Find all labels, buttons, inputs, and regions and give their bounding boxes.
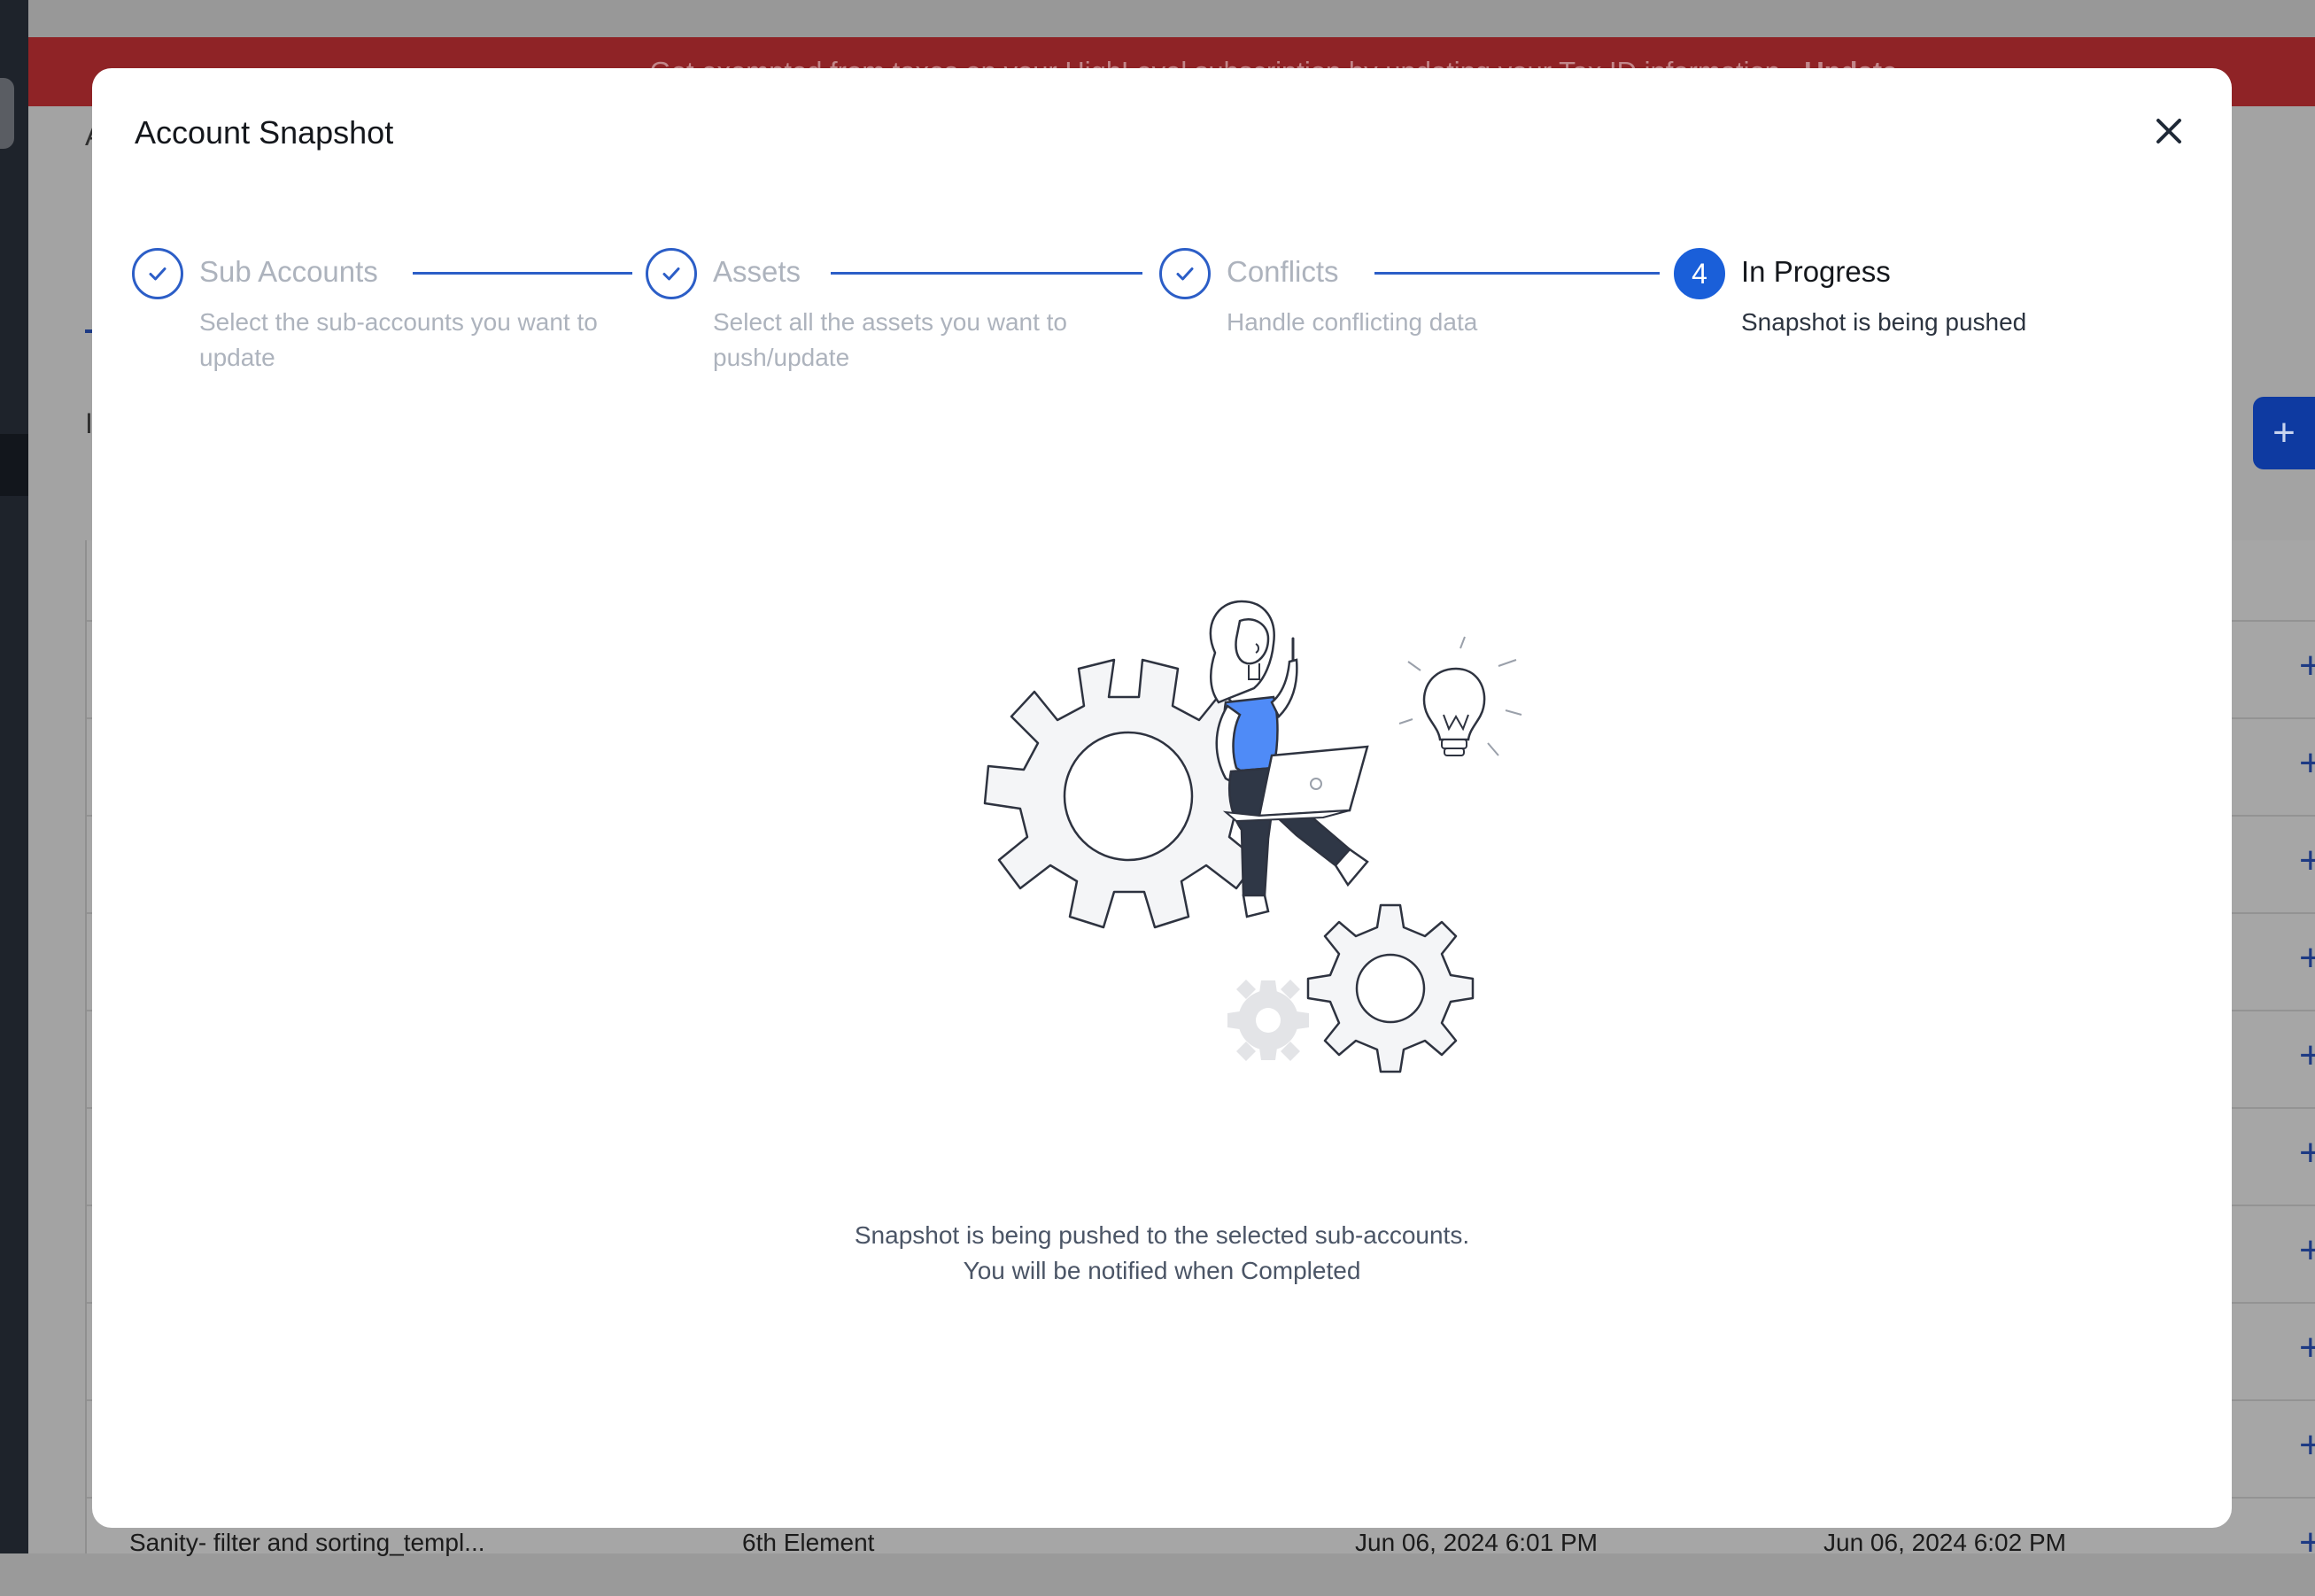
sidebar-handle[interactable] xyxy=(0,78,14,149)
plus-icon[interactable]: + xyxy=(2299,1134,2315,1173)
check-icon xyxy=(149,267,166,281)
plus-icon[interactable]: + xyxy=(2299,1231,2315,1270)
stepper: Sub Accounts Select the sub-accounts you… xyxy=(132,248,2195,390)
lightbulb-icon xyxy=(1398,636,1522,756)
step-label: Sub Accounts xyxy=(199,255,378,288)
left-sidebar xyxy=(0,0,28,1553)
plus-icon[interactable]: + xyxy=(2299,939,2315,978)
check-icon xyxy=(1176,267,1194,281)
step-label: Conflicts xyxy=(1227,255,1339,288)
cell-owner: 6th Element xyxy=(742,1529,875,1556)
modal-title: Account Snapshot xyxy=(135,114,394,151)
plus-icon[interactable]: + xyxy=(2299,1426,2315,1465)
step-description: Select the sub-accounts you want to upda… xyxy=(199,308,598,371)
step-number-badge: 4 xyxy=(1674,248,1725,299)
step-connector xyxy=(413,272,632,275)
status-message-line1: Snapshot is being pushed to the selected… xyxy=(854,1221,1470,1249)
check-icon xyxy=(662,267,680,281)
plus-icon[interactable]: + xyxy=(2299,1036,2315,1075)
top-bar xyxy=(28,0,2315,37)
close-icon xyxy=(2156,119,2181,143)
cell-updated: Jun 06, 2024 6:02 PM xyxy=(1823,1529,2066,1556)
plus-icon[interactable]: + xyxy=(2299,647,2315,686)
status-message-line2: You will be notified when Completed xyxy=(963,1257,1361,1284)
add-button[interactable]: + xyxy=(2253,397,2315,469)
status-message: Snapshot is being pushed to the selected… xyxy=(92,1218,2232,1289)
step-label: In Progress xyxy=(1741,255,1891,288)
person-on-gears-illustration xyxy=(983,600,1522,1073)
step-connector xyxy=(1374,272,1660,275)
step-complete-indicator xyxy=(132,248,183,299)
table-row-partial: Sanity- filter and sorting_templ... 6th … xyxy=(129,1527,2315,1562)
step-description: Snapshot is being pushed xyxy=(1741,308,2027,336)
cell-created: Jun 06, 2024 6:01 PM xyxy=(1355,1529,1598,1556)
plus-icon[interactable]: + xyxy=(2299,744,2315,783)
step-connector xyxy=(831,272,1142,275)
step-complete-indicator xyxy=(1159,248,1211,299)
plus-icon[interactable]: + xyxy=(2299,841,2315,880)
step-description: Handle conflicting data xyxy=(1227,308,1478,336)
medium-gear-icon xyxy=(1306,903,1475,1073)
cell-name[interactable]: Sanity- filter and sorting_templ... xyxy=(129,1529,485,1557)
small-grey-gear-icon xyxy=(1227,980,1309,1061)
sidebar-active-item[interactable] xyxy=(0,434,28,496)
close-button[interactable] xyxy=(2147,109,2191,153)
plus-icon[interactable]: + xyxy=(2299,1329,2315,1367)
step-label: Assets xyxy=(713,255,801,288)
step-complete-indicator xyxy=(646,248,697,299)
step-description: Select all the assets you want to push/u… xyxy=(713,308,1067,371)
account-snapshot-modal: Account Snapshot Sub Accounts Select the… xyxy=(92,68,2232,1528)
